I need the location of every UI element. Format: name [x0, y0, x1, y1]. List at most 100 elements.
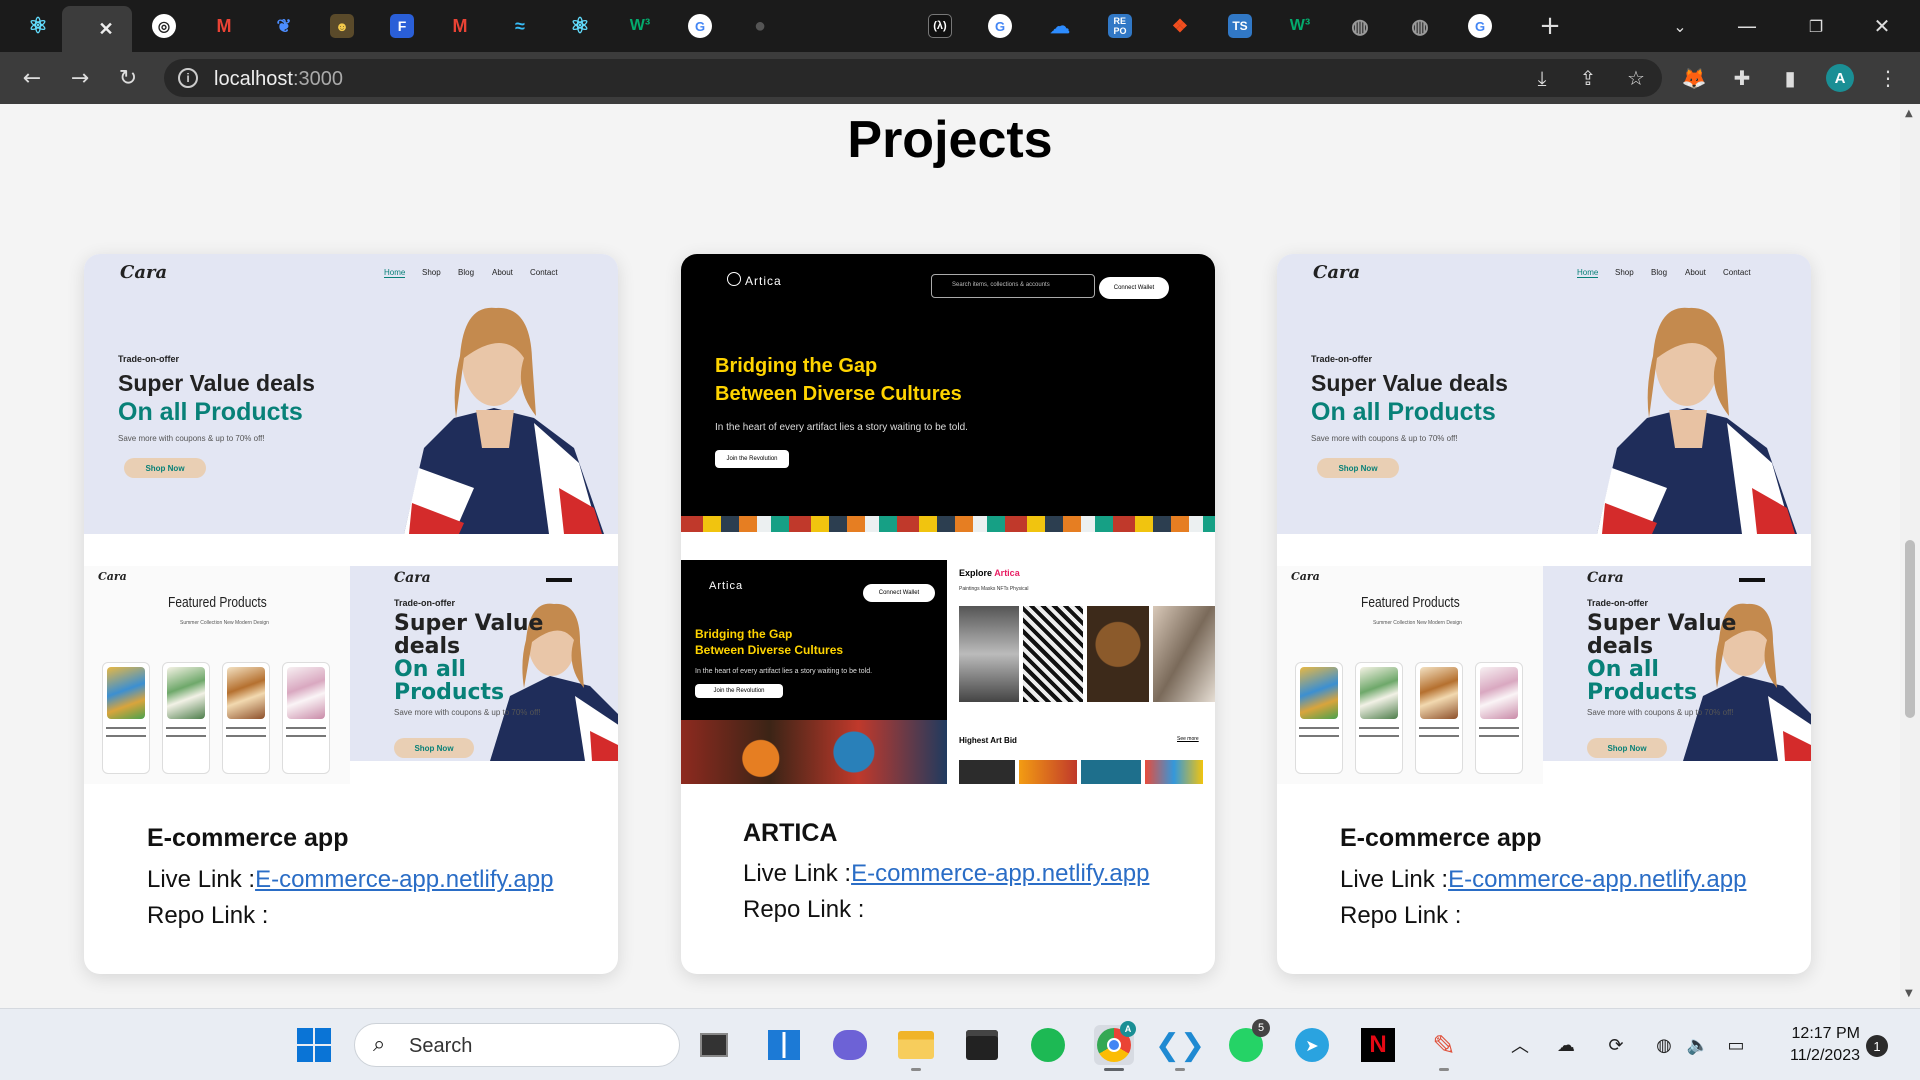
cara-nav-contact: Contact — [1723, 268, 1751, 277]
tab-w3schools-2[interactable]: W³ — [1276, 8, 1324, 44]
tab-google[interactable]: G — [676, 8, 724, 44]
spotify-button[interactable] — [1028, 1025, 1068, 1065]
tab-forms[interactable]: F — [378, 8, 426, 44]
taskbar-clock[interactable]: 12:17 PM 11/2/2023 — [1760, 1023, 1860, 1067]
file-explorer-button[interactable] — [896, 1025, 936, 1071]
explore-filters: Paintings Masks NFTs Physical — [959, 586, 1029, 592]
sync-icon[interactable]: ⟳ — [1602, 1031, 1630, 1059]
cara-nav-about: About — [492, 268, 513, 277]
product-card — [1415, 662, 1463, 774]
address-bar[interactable]: i localhost:3000 ⤓ ⇪ ☆ — [164, 59, 1662, 97]
install-app-icon[interactable]: ⤓ — [1528, 64, 1556, 92]
featured-title: Featured Products — [168, 594, 267, 611]
cara-nav-shop: Shop — [1615, 268, 1634, 277]
live-link[interactable]: E-commerce-app.netlify.app — [851, 860, 1149, 887]
tab-typescript[interactable]: TS — [1216, 8, 1264, 44]
new-tab-button[interactable]: + — [1530, 8, 1570, 44]
taskbar-search[interactable]: ⌕ Search — [354, 1023, 680, 1067]
onedrive-cloud-icon[interactable]: ☁ — [1552, 1031, 1580, 1059]
artica-cta: Join the Revolution — [715, 450, 789, 468]
github-icon: ● — [753, 14, 767, 37]
teams-chat-button[interactable] — [830, 1025, 870, 1065]
tab-chatgpt[interactable]: ◎ — [140, 8, 188, 44]
tab-app-2[interactable]: ❦ — [260, 8, 308, 44]
product-card — [1475, 662, 1523, 774]
profile-avatar[interactable]: A — [1826, 64, 1854, 92]
tab-search-chevron-icon[interactable]: ⌄ — [1660, 8, 1700, 44]
tab-blank-2[interactable] — [856, 8, 904, 44]
cara-big-line2: deals — [394, 634, 461, 659]
vscode-button[interactable]: ❮❯ — [1155, 1025, 1205, 1071]
back-arrow-icon[interactable]: ← — [16, 62, 48, 94]
scroll-up-arrow-icon[interactable]: ▲ — [1905, 108, 1913, 119]
close-window-button[interactable]: ✕ — [1862, 8, 1902, 44]
extensions-puzzle-icon[interactable]: ✚ — [1728, 64, 1756, 92]
tab-react[interactable]: ⚛ — [16, 8, 60, 44]
tab-repo[interactable]: RE PO — [1096, 8, 1144, 44]
tab-tailwind[interactable]: ≈ — [496, 8, 544, 44]
product-card — [1295, 662, 1343, 774]
forward-arrow-icon[interactable]: → — [64, 62, 96, 94]
tab-app-3[interactable]: ☻ — [318, 8, 366, 44]
widgets-button[interactable] — [764, 1025, 804, 1065]
close-tab-icon[interactable]: ✕ — [94, 17, 118, 41]
scroll-down-arrow-icon[interactable]: ▼ — [1905, 988, 1913, 999]
tab-gmail[interactable]: M — [200, 8, 248, 44]
metamask-icon[interactable]: 🦊 — [1680, 64, 1708, 92]
paint-app-button[interactable]: ✎ — [1424, 1025, 1464, 1071]
network-globe-icon[interactable]: ◍ — [1650, 1031, 1678, 1059]
battery-icon[interactable]: ▭ — [1722, 1031, 1750, 1059]
tab-react-2[interactable]: ⚛ — [556, 8, 604, 44]
tab-google-2[interactable]: G — [976, 8, 1024, 44]
tab-figma[interactable]: ❖ — [1156, 8, 1204, 44]
clock-date: 11/2/2023 — [1790, 1047, 1860, 1064]
repo-icon: RE PO — [1108, 14, 1132, 38]
tab-github[interactable]: ● — [736, 8, 784, 44]
tab-devto[interactable]: (λ) — [916, 8, 964, 44]
site-info-icon[interactable]: i — [178, 68, 198, 88]
whatsapp-button[interactable]: 5 — [1226, 1019, 1270, 1065]
minimize-button[interactable]: — — [1727, 8, 1767, 44]
store-button[interactable] — [962, 1025, 1002, 1065]
live-link-row: Live Link :E-commerce-app.netlify.app — [1340, 866, 1746, 894]
netflix-button[interactable]: N — [1358, 1025, 1398, 1065]
tab-gmail-2[interactable]: M — [436, 8, 484, 44]
tab-globe-2[interactable]: ◍ — [1396, 8, 1444, 44]
artica-logo-mobile: Artica — [709, 580, 744, 592]
show-hidden-icons-chevron-icon[interactable]: ︿ — [1506, 1031, 1534, 1059]
cara-big-line1: Super Value — [1587, 611, 1737, 636]
tab-cloud[interactable]: ☁ — [1036, 8, 1084, 44]
telegram-button[interactable]: ➤ — [1292, 1025, 1332, 1065]
tab-blank-1[interactable] — [796, 8, 844, 44]
volume-icon[interactable]: 🔈 — [1684, 1031, 1712, 1059]
live-link[interactable]: E-commerce-app.netlify.app — [255, 866, 553, 893]
notification-badge[interactable]: 1 — [1866, 1035, 1888, 1057]
browser-menu-icon[interactable]: ⋮ — [1874, 64, 1902, 92]
bid-tile — [1081, 760, 1141, 784]
cara-eyebrow: Trade-on-offer — [118, 354, 180, 364]
live-link[interactable]: E-commerce-app.netlify.app — [1448, 866, 1746, 893]
cara-logo-small: Cara — [98, 570, 127, 583]
artica-hero: Artica Search items, collections & accou… — [681, 254, 1215, 532]
side-panel-icon[interactable]: ▮ — [1776, 64, 1804, 92]
telegram-icon: ➤ — [1295, 1028, 1329, 1062]
restore-button[interactable]: ❐ — [1796, 8, 1836, 44]
figma-icon: ❖ — [1171, 15, 1189, 36]
share-icon[interactable]: ⇪ — [1574, 64, 1602, 92]
tab-active-localhost[interactable]: ✕ — [62, 6, 132, 52]
start-button[interactable] — [294, 1025, 334, 1065]
chrome-button[interactable]: A — [1094, 1021, 1136, 1071]
artica-logo: Artica — [745, 274, 782, 288]
cara-logo-mobile: Cara — [394, 570, 431, 586]
reload-icon[interactable]: ↻ — [112, 62, 144, 94]
scrollbar-thumb[interactable] — [1905, 540, 1915, 718]
cara-highlight: On all Products — [118, 398, 303, 426]
task-view-button[interactable] — [694, 1025, 734, 1065]
tab-globe[interactable]: ◍ — [1336, 8, 1384, 44]
page-scrollbar[interactable]: ▲ ▼ — [1900, 104, 1920, 1008]
artwork-tile — [1023, 606, 1083, 702]
bookmark-star-icon[interactable]: ☆ — [1622, 64, 1650, 92]
tab-google-3[interactable]: G — [1456, 8, 1504, 44]
tab-w3schools[interactable]: W³ — [616, 8, 664, 44]
widgets-icon — [768, 1030, 800, 1060]
